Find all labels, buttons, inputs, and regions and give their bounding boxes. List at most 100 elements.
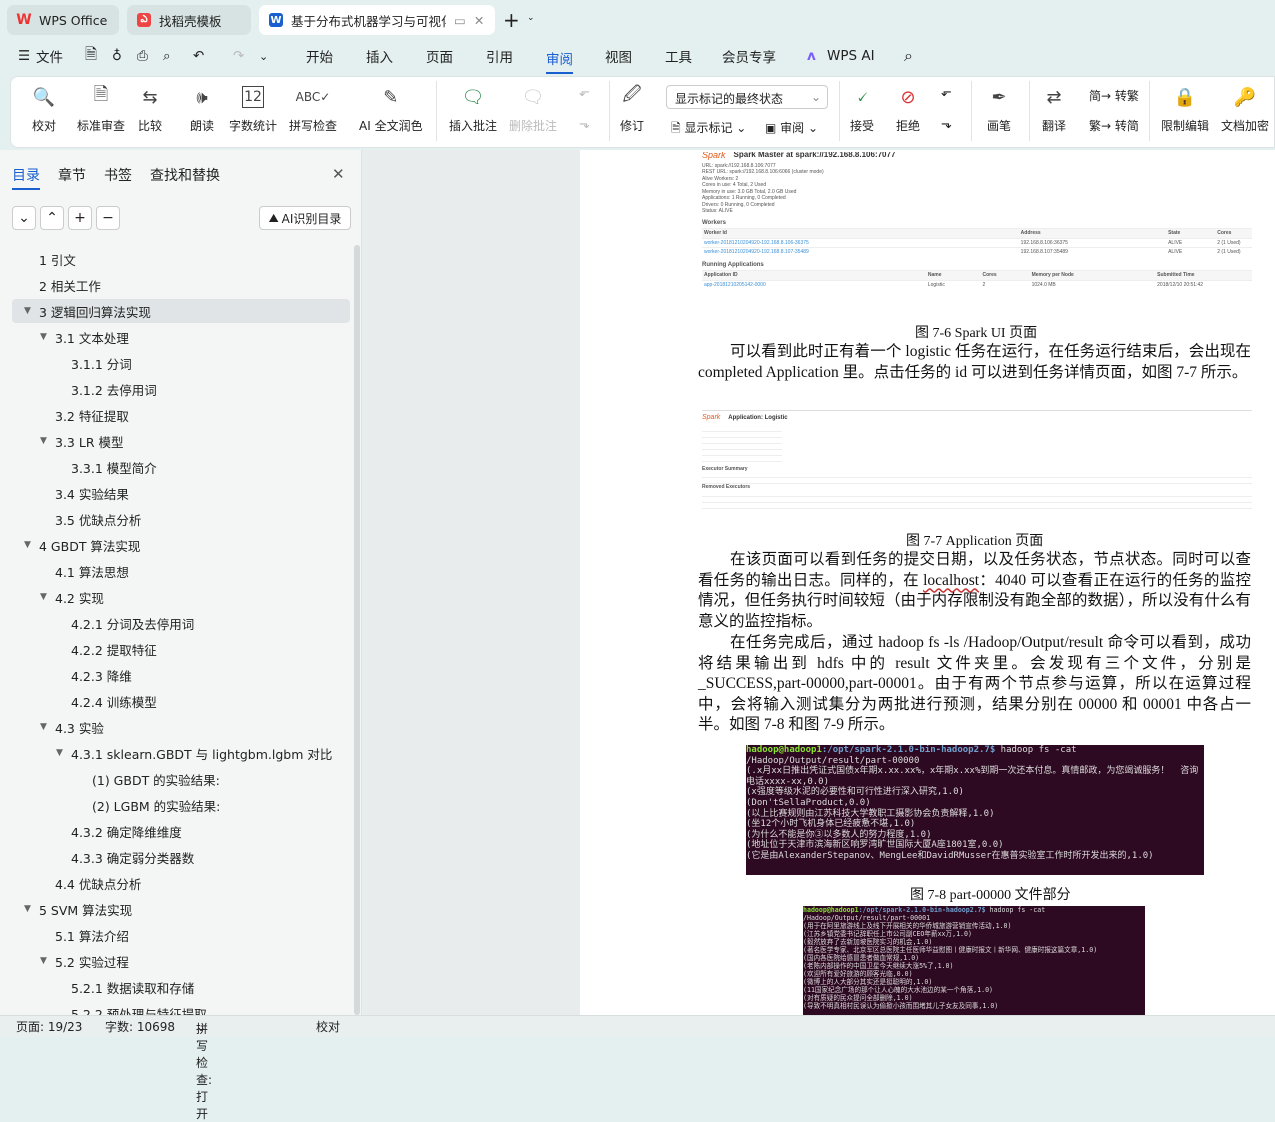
new-tab-icon[interactable]: + — [503, 8, 520, 32]
expand-arrow-icon[interactable]: ▼ — [24, 904, 31, 914]
pen-button[interactable]: ✒ 画笔 — [986, 83, 1012, 134]
expand-button[interactable]: ⌃ — [40, 206, 64, 230]
menu-reference[interactable]: 引用 — [486, 46, 513, 66]
toc-item[interactable]: ▼ 5 SVM 算法实现 — [12, 897, 350, 921]
menu-tools[interactable]: 工具 — [665, 46, 692, 66]
expand-arrow-icon[interactable]: ▼ — [56, 748, 63, 758]
prev-comment-icon[interactable]: ⬐ — [579, 85, 590, 100]
to-simplified-button[interactable]: 繁→ 转简 — [1089, 117, 1139, 134]
menu-view[interactable]: 视图 — [605, 46, 632, 66]
reject-button[interactable]: ⊘ 拒绝 — [895, 83, 921, 134]
expand-arrow-icon[interactable]: ▼ — [40, 592, 47, 602]
expand-arrow-icon[interactable]: ▼ — [40, 722, 47, 732]
share-icon[interactable]: ♁ — [112, 48, 122, 64]
toc-item[interactable]: 4.3.3 确定弱分类器数 — [12, 845, 350, 869]
expand-arrow-icon[interactable]: ▼ — [40, 332, 47, 342]
expand-arrow-icon[interactable]: ▼ — [24, 540, 31, 550]
scrollbar[interactable] — [354, 245, 360, 1015]
collapse-all-button[interactable]: ⌄ — [12, 206, 36, 230]
toc-item[interactable]: 5.2.1 数据读取和存储 — [12, 975, 350, 999]
more-chevron-icon[interactable]: ⌄ — [259, 50, 268, 63]
expand-arrow-icon[interactable]: ▼ — [40, 436, 47, 446]
spell-check-status[interactable]: 拼写检查: 打开 ⌄ — [196, 1020, 212, 1121]
show-markup-button[interactable]: 🗎 显示标记 ⌄ — [671, 119, 746, 140]
toc-item[interactable]: 4.1 算法思想 — [12, 559, 350, 583]
prev-change-icon[interactable]: ⬐ — [941, 85, 952, 100]
read-aloud-button[interactable]: 🕪 朗读 — [189, 83, 215, 134]
monitor-icon[interactable]: ▭ — [454, 13, 466, 28]
tab-bookmarks[interactable]: 书签 — [104, 165, 132, 185]
menu-membership[interactable]: 会员专享 — [722, 46, 776, 66]
toc-item[interactable]: ▼ 4 GBDT 算法实现 — [12, 533, 350, 557]
tab-document[interactable]: W 基于分布式机器学习与可视化 ▭ ✕ — [259, 5, 495, 35]
toc-item[interactable]: 4.2.3 降维 — [12, 663, 350, 687]
menu-review[interactable]: 审阅 — [546, 48, 573, 74]
proofread-button[interactable]: 🔍 校对 — [31, 83, 57, 134]
spell-check-button[interactable]: ABC✓ 拼写检查 — [289, 83, 337, 134]
toc-item[interactable]: 4.2.2 提取特征 — [12, 637, 350, 661]
table-cell[interactable]: app-20181210205142-0000 — [704, 282, 928, 289]
table-cell[interactable]: worker-20181210204920-192.168.8.107-3548… — [704, 249, 1021, 256]
menu-page[interactable]: 页面 — [426, 46, 453, 66]
print-preview-icon[interactable]: ⌕ — [163, 48, 171, 64]
page-indicator[interactable]: 页面: 19/23 — [16, 1018, 82, 1035]
toc-item[interactable]: 3.4 实验结果 — [12, 481, 350, 505]
redo-icon[interactable]: ↷ — [233, 48, 244, 64]
tab-templates[interactable]: ఎ 找稻壳模板 — [127, 5, 251, 35]
expand-arrow-icon[interactable]: ▼ — [40, 956, 47, 966]
insert-comment-button[interactable]: 🗨 插入批注 — [449, 83, 497, 134]
toc-item[interactable]: ▼ 4.3.1 sklearn.GBDT 与 lightgbm.lgbm 对比 — [12, 741, 350, 765]
remove-heading-button[interactable]: − — [96, 206, 120, 230]
toc-item[interactable]: 4.2.1 分词及去停用词 — [12, 611, 350, 635]
toc-item[interactable]: 3.3.1 模型简介 — [12, 455, 350, 479]
toc-item[interactable]: 3.1.1 分词 — [12, 351, 350, 375]
chevron-down-icon[interactable]: ⌄ — [527, 13, 535, 23]
toc-item[interactable]: 3.2 特征提取 — [12, 403, 350, 427]
toc-item[interactable]: ▼ 5.2 实验过程 — [12, 949, 350, 973]
toc-item[interactable]: (2) LGBM 的实验结果: — [12, 793, 350, 817]
ai-polish-button[interactable]: ✎ AI 全文润色 — [359, 83, 423, 134]
menu-insert[interactable]: 插入 — [366, 46, 393, 66]
review-pane-button[interactable]: ▣ 审阅 ⌄ — [765, 119, 818, 136]
standard-review-button[interactable]: 🗎 标准审查 — [77, 83, 125, 134]
proofread-status[interactable]: 校对 — [316, 1018, 340, 1035]
tab-wps-office[interactable]: W WPS Office — [7, 5, 119, 35]
tab-toc[interactable]: 目录 — [12, 165, 40, 190]
toc-item[interactable]: ▼ 3 逻辑回归算法实现 — [12, 299, 350, 323]
toc-item[interactable]: ▼ 4.3 实验 — [12, 715, 350, 739]
translate-button[interactable]: ⇄ 翻译 — [1041, 83, 1067, 134]
undo-icon[interactable]: ↶ — [193, 48, 204, 64]
toc-item[interactable]: 3.5 优缺点分析 — [12, 507, 350, 531]
close-tab-icon[interactable]: ✕ — [474, 13, 484, 28]
search-icon[interactable]: ⌕ — [904, 46, 913, 66]
toc-item[interactable]: 3.1.2 去停用词 — [12, 377, 350, 401]
menu-start[interactable]: 开始 — [306, 46, 333, 66]
next-change-icon[interactable]: ⬎ — [941, 117, 952, 132]
to-traditional-button[interactable]: 简→ 转繁 — [1089, 87, 1139, 104]
toc-item[interactable]: 5.1 算法介绍 — [12, 923, 350, 947]
toc-item[interactable]: 1 引文 — [12, 247, 350, 271]
restrict-editing-button[interactable]: 🔒 限制编辑 — [1161, 83, 1209, 134]
toc-item[interactable]: ▼ 3.1 文本处理 — [12, 325, 350, 349]
next-comment-icon[interactable]: ⬎ — [579, 117, 590, 132]
toc-item[interactable]: ▼ 4.2 实现 — [12, 585, 350, 609]
word-count-button[interactable]: 12 字数统计 — [229, 83, 277, 134]
ai-toc-button[interactable]: ⛰ AI识别目录 — [259, 206, 351, 230]
toc-item[interactable]: ▼ 3.3 LR 模型 — [12, 429, 350, 453]
menu-file[interactable]: 文件 — [36, 46, 63, 66]
markup-mode-select[interactable]: 显示标记的最终状态 ⌄ — [666, 85, 828, 109]
encrypt-button[interactable]: 🔑 文档加密 — [1221, 83, 1269, 134]
menu-icon[interactable]: ☰ — [18, 48, 30, 64]
toc-item[interactable]: 4.2.4 训练模型 — [12, 689, 350, 713]
toc-item[interactable]: 4.3.2 确定降维维度 — [12, 819, 350, 843]
close-pane-icon[interactable]: ✕ — [332, 165, 345, 183]
compare-button[interactable]: ⇆ 比较 — [137, 83, 163, 134]
menu-wps-ai[interactable]: WPS AI — [827, 48, 875, 64]
toc-item[interactable]: 4.4 优缺点分析 — [12, 871, 350, 895]
track-changes-button[interactable]: 🖉 修订 — [619, 83, 645, 134]
expand-arrow-icon[interactable]: ▼ — [24, 306, 31, 316]
delete-comment-button[interactable]: 🗨 删除批注 — [509, 83, 557, 134]
tab-find-replace[interactable]: 查找和替换 — [150, 165, 220, 185]
word-count[interactable]: 字数: 10698 — [105, 1018, 175, 1035]
toc-item[interactable]: 2 相关工作 — [12, 273, 350, 297]
